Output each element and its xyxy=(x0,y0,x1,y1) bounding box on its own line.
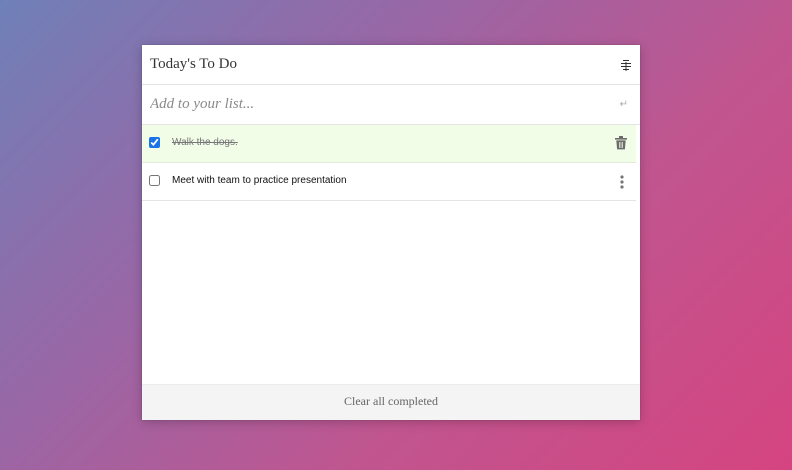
add-item-input[interactable] xyxy=(150,93,610,115)
todo-list: Walk the dogs. Meet with team to practic… xyxy=(142,125,640,201)
enter-return-icon[interactable]: ↵ xyxy=(620,99,628,110)
trash-icon[interactable] xyxy=(615,136,627,150)
todo-footer: Clear all completed xyxy=(142,384,640,420)
todo-header: Today's To Do xyxy=(142,45,640,85)
page-title: Today's To Do xyxy=(150,56,237,72)
todo-item-meet-team: Meet with team to practice presentation xyxy=(142,163,636,201)
more-vertical-icon[interactable] xyxy=(620,175,624,189)
todo-item-checkbox[interactable] xyxy=(149,175,160,186)
todo-item-label: Meet with team to practice presentation xyxy=(172,175,347,186)
clear-completed-button[interactable]: Clear all completed xyxy=(344,394,438,409)
todo-item-walk-dogs: Walk the dogs. xyxy=(142,125,636,163)
add-item-row: ↵ xyxy=(142,85,640,125)
todo-card: Today's To Do ↵ Walk the dogs. xyxy=(142,45,640,420)
todo-item-label: Walk the dogs. xyxy=(172,137,238,148)
todo-item-checkbox[interactable] xyxy=(149,137,160,148)
filter-lines-icon[interactable] xyxy=(620,59,632,71)
